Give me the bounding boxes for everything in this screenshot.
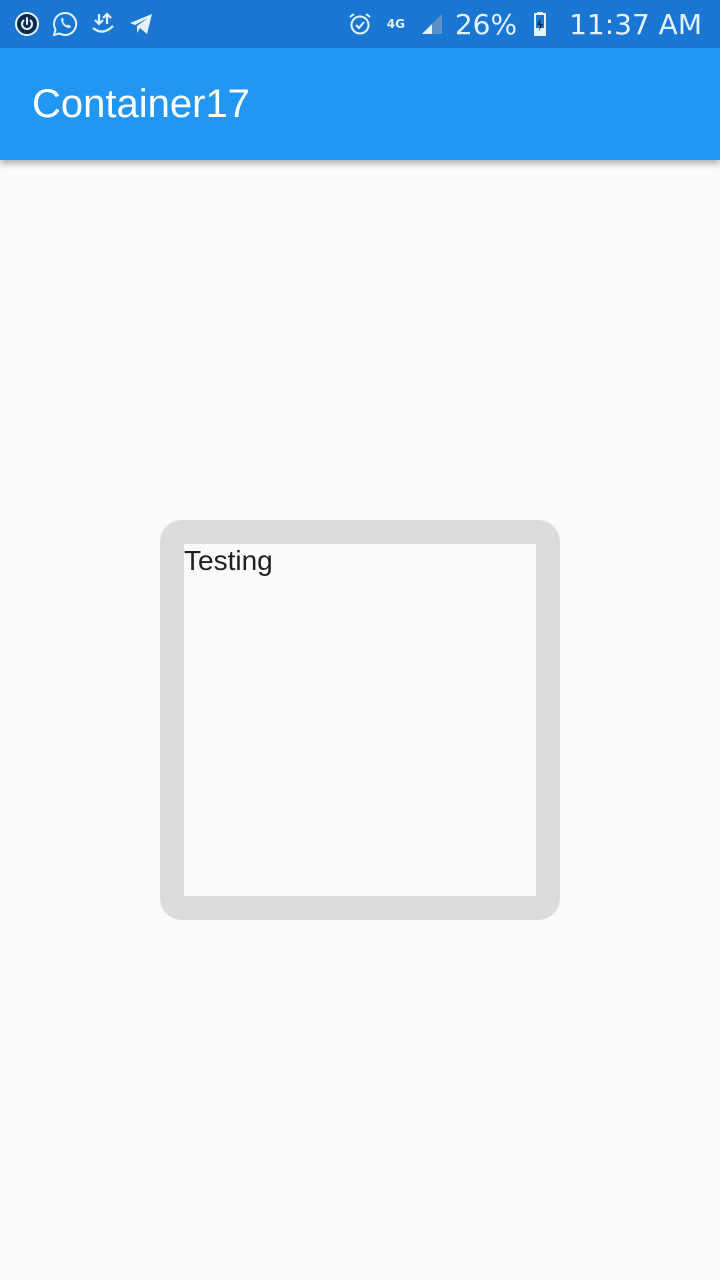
clock: 11:37 AM bbox=[569, 7, 702, 41]
whatsapp-icon bbox=[52, 11, 78, 37]
network-label: 4G bbox=[386, 17, 405, 31]
battery-percent: 26% bbox=[454, 7, 518, 41]
power-icon bbox=[14, 11, 40, 37]
page-title: Container17 bbox=[32, 81, 250, 126]
battery-icon bbox=[527, 11, 553, 37]
app-bar: Container17 bbox=[0, 48, 720, 160]
bordered-container: Testing bbox=[160, 520, 560, 920]
download-upload-icon bbox=[90, 11, 116, 37]
signal-icon bbox=[419, 11, 445, 37]
status-left-icons bbox=[0, 11, 154, 37]
container-content: Testing bbox=[184, 544, 536, 896]
network-4g-icon: 4G bbox=[383, 11, 409, 37]
status-bar: 4G 26% 11:37 AM bbox=[0, 0, 720, 48]
status-right-icons: 4G 26% 11:37 AM bbox=[347, 8, 720, 41]
container-text: Testing bbox=[184, 545, 273, 576]
telegram-icon bbox=[128, 11, 154, 37]
alarm-icon bbox=[347, 11, 373, 37]
